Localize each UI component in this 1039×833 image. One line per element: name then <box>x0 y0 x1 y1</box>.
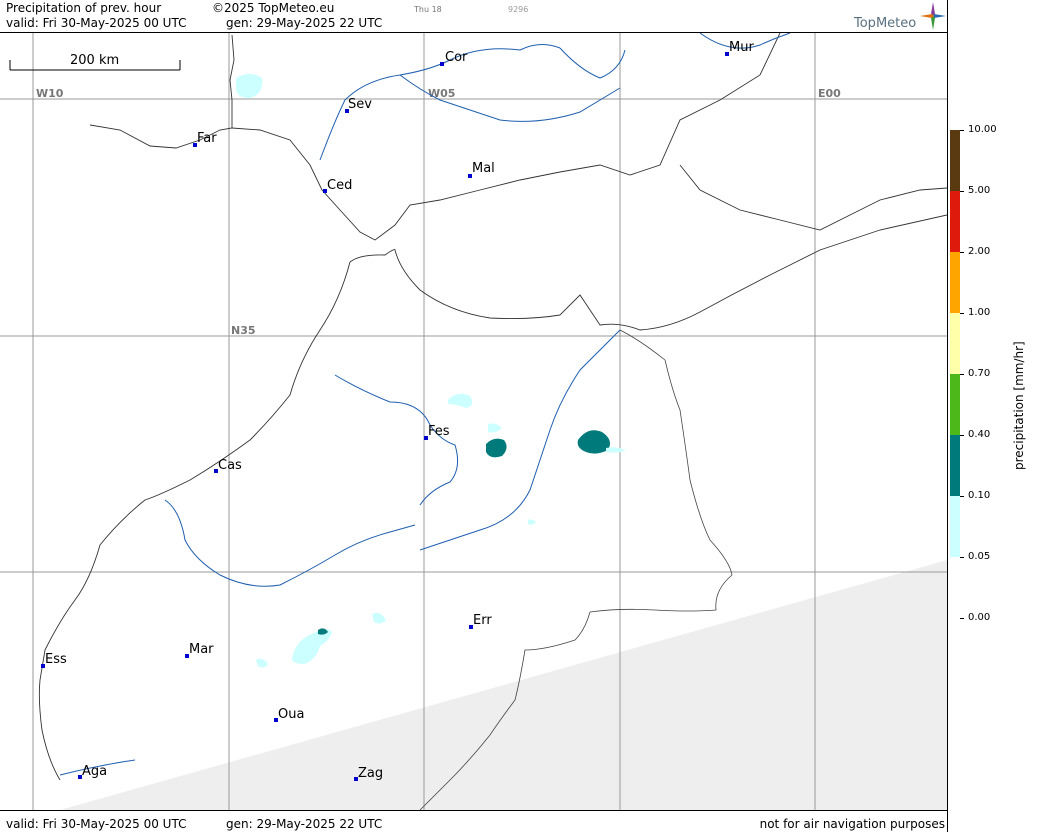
panel-divider <box>947 0 948 832</box>
scale-label: 200 km <box>70 53 119 68</box>
city-zag[interactable]: Zag <box>358 766 383 781</box>
copyright: ©2025 TopMeteo.eu <box>212 1 335 15</box>
legend-seg-10 <box>950 130 960 191</box>
city-mar[interactable]: Mar <box>189 642 214 657</box>
legend-seg-1 <box>950 313 960 374</box>
legend-title: precipitation [mm/hr] <box>1012 341 1026 470</box>
precipitation-areas <box>236 74 626 668</box>
scale-bar: 200 km <box>9 53 181 71</box>
city-far[interactable]: Far <box>197 131 217 146</box>
grid-label-e00: E00 <box>818 87 841 100</box>
map-canvas: W10 W05 E00 N35 200 km Cor Mur Sev Far C… <box>0 33 947 810</box>
city-ess[interactable]: Ess <box>45 652 67 667</box>
gen-time: gen: 29-May-2025 22 UTC <box>226 16 383 30</box>
city-mur[interactable]: Mur <box>729 40 754 55</box>
city-aga[interactable]: Aga <box>82 764 107 779</box>
footer-bar: valid: Fri 30-May-2025 00 UTC gen: 29-Ma… <box>0 810 947 833</box>
footer-disclaimer: not for air navigation purposes <box>759 817 945 831</box>
brand-name[interactable]: TopMeteo <box>854 16 916 31</box>
map-area[interactable]: W10 W05 E00 N35 200 km Cor Mur Sev Far C… <box>0 33 947 810</box>
footer-valid: valid: Fri 30-May-2025 00 UTC <box>6 817 187 831</box>
city-err[interactable]: Err <box>473 613 492 628</box>
tiny-code: 9296 <box>508 5 529 14</box>
legend-label: 0.40 <box>968 429 991 440</box>
map-title: Precipitation of prev. hour <box>6 1 162 15</box>
legend-label: 10.00 <box>968 124 997 135</box>
legend-label: 2.00 <box>968 246 991 257</box>
legend-label: 0.70 <box>968 368 991 379</box>
no-data-region <box>60 560 947 810</box>
valid-time: valid: Fri 30-May-2025 00 UTC <box>6 16 187 30</box>
city-oua[interactable]: Oua <box>278 707 304 722</box>
grid-label-w05: W05 <box>428 87 455 100</box>
compass-logo-icon <box>920 2 946 30</box>
city-cor[interactable]: Cor <box>445 50 468 65</box>
legend-label: 0.05 <box>968 551 991 562</box>
city-mal[interactable]: Mal <box>472 161 495 176</box>
legend-label: 0.10 <box>968 490 991 501</box>
grid-label-n35: N35 <box>231 324 256 337</box>
grid-label-w10: W10 <box>36 87 64 100</box>
footer-gen: gen: 29-May-2025 22 UTC <box>226 817 383 831</box>
city-fes[interactable]: Fes <box>428 424 450 439</box>
legend-seg-07 <box>950 374 960 435</box>
tiny-day: Thu 18 <box>414 5 442 14</box>
city-sev[interactable]: Sev <box>348 97 372 112</box>
legend-label: 5.00 <box>968 185 991 196</box>
legend-seg-04 <box>950 435 960 496</box>
precip-legend: 10.00 5.00 2.00 1.00 0.70 0.40 0.10 0.05… <box>950 124 1039 628</box>
legend-label: 1.00 <box>968 307 991 318</box>
legend-seg-01 <box>950 496 960 557</box>
legend-seg-5 <box>950 191 960 252</box>
legend-seg-2 <box>950 252 960 313</box>
legend-label: 0.00 <box>968 612 991 623</box>
city-ced[interactable]: Ced <box>327 178 352 193</box>
header-bar: Precipitation of prev. hour ©2025 TopMet… <box>0 0 947 33</box>
city-cas[interactable]: Cas <box>218 458 242 473</box>
